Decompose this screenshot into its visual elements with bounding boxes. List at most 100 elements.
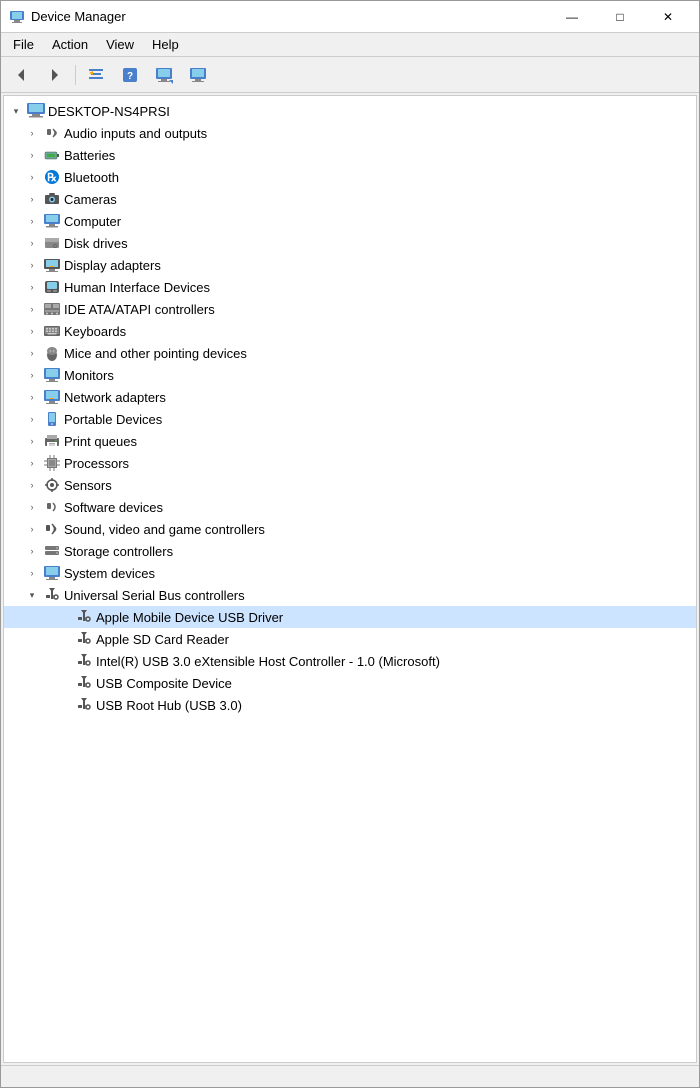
mice-label: Mice and other pointing devices xyxy=(64,346,247,361)
tree-item-display[interactable]: › Display adapters xyxy=(4,254,696,276)
tree-item-sensors[interactable]: › Sensors xyxy=(4,474,696,496)
software-expand-icon[interactable]: › xyxy=(24,499,40,515)
batteries-icon xyxy=(43,146,61,164)
tree-item-network[interactable]: › Network adapters xyxy=(4,386,696,408)
tree-item-usb[interactable]: ▾ Universal Serial Bus controllers xyxy=(4,584,696,606)
keyboards-icon xyxy=(43,322,61,340)
sensors-expand-icon[interactable]: › xyxy=(24,477,40,493)
monitors-expand-icon[interactable]: › xyxy=(24,367,40,383)
tree-item-ide[interactable]: › IDE ATA/ATAPI controllers xyxy=(4,298,696,320)
tree-item-sound[interactable]: › Sound, video and game controllers xyxy=(4,518,696,540)
show-hide-button[interactable] xyxy=(80,61,112,89)
close-button[interactable]: ✕ xyxy=(645,3,691,31)
apple-sd-device-icon xyxy=(75,630,93,648)
network-label: Network adapters xyxy=(64,390,166,405)
tree-item-print[interactable]: › Print queues xyxy=(4,430,696,452)
hid-icon xyxy=(43,278,61,296)
back-button[interactable] xyxy=(5,61,37,89)
disk-expand-icon[interactable]: › xyxy=(24,235,40,251)
processors-expand-icon[interactable]: › xyxy=(24,455,40,471)
tree-item-disk[interactable]: › Disk drives xyxy=(4,232,696,254)
bluetooth-expand-icon[interactable]: › xyxy=(24,169,40,185)
menu-bar: File Action View Help xyxy=(1,33,699,57)
tree-item-portable[interactable]: › Portable Devices xyxy=(4,408,696,430)
usb-expand-icon[interactable]: ▾ xyxy=(24,587,40,603)
tree-item-software[interactable]: › Software devices xyxy=(4,496,696,518)
batteries-expand-icon[interactable]: › xyxy=(24,147,40,163)
tree-item-cameras[interactable]: › Cameras xyxy=(4,188,696,210)
tree-item-monitors[interactable]: › Monitors xyxy=(4,364,696,386)
svg-text:?: ? xyxy=(127,71,133,82)
tree-item-processors[interactable]: › Process xyxy=(4,452,696,474)
menu-help[interactable]: Help xyxy=(144,35,187,54)
monitors-label: Monitors xyxy=(64,368,114,383)
audio-expand-icon[interactable]: › xyxy=(24,125,40,141)
cameras-expand-icon[interactable]: › xyxy=(24,191,40,207)
computer-label: Computer xyxy=(64,214,121,229)
tree-item-computer[interactable]: › Computer xyxy=(4,210,696,232)
tree-item-usb-composite[interactable]: › USB Composite Device xyxy=(4,672,696,694)
network-expand-icon[interactable]: › xyxy=(24,389,40,405)
network-icon xyxy=(43,388,61,406)
maximize-button[interactable]: □ xyxy=(597,3,643,31)
system-expand-icon[interactable]: › xyxy=(24,565,40,581)
menu-file[interactable]: File xyxy=(5,35,42,54)
tree-root[interactable]: ▾ DESKTOP-NS4PRSI xyxy=(4,100,696,122)
title-text: Device Manager xyxy=(31,9,126,24)
computer-button[interactable] xyxy=(182,61,214,89)
tree-item-intel-usb[interactable]: › Intel(R) USB 3.0 eXtensible Host Contr… xyxy=(4,650,696,672)
apple-sd-label: Apple SD Card Reader xyxy=(96,632,229,647)
usb-composite-device-icon xyxy=(75,674,93,692)
keyboards-expand-icon[interactable]: › xyxy=(24,323,40,339)
tree-item-bluetooth[interactable]: › ℞ Bluetooth xyxy=(4,166,696,188)
portable-expand-icon[interactable]: › xyxy=(24,411,40,427)
forward-button[interactable] xyxy=(39,61,71,89)
display-label: Display adapters xyxy=(64,258,161,273)
menu-action[interactable]: Action xyxy=(44,35,96,54)
system-label: System devices xyxy=(64,566,155,581)
tree-item-audio[interactable]: › Audio inputs and outputs xyxy=(4,122,696,144)
tree-item-mice[interactable]: › Mice and other pointing devices xyxy=(4,342,696,364)
device-tree: ▾ DESKTOP-NS4PRSI › xyxy=(4,96,696,720)
tree-item-keyboards[interactable]: › Keyboar xyxy=(4,320,696,342)
minimize-button[interactable]: — xyxy=(549,3,595,31)
ide-expand-icon[interactable]: › xyxy=(24,301,40,317)
ide-label: IDE ATA/ATAPI controllers xyxy=(64,302,215,317)
tree-item-apple-usb[interactable]: › Apple Mobile Device USB Driver xyxy=(4,606,696,628)
mice-expand-icon[interactable]: › xyxy=(24,345,40,361)
disk-label: Disk drives xyxy=(64,236,128,251)
computer-tree-icon xyxy=(43,212,61,230)
display-expand-icon[interactable]: › xyxy=(24,257,40,273)
usb-composite-label: USB Composite Device xyxy=(96,676,232,691)
sound-label: Sound, video and game controllers xyxy=(64,522,265,537)
apple-usb-label: Apple Mobile Device USB Driver xyxy=(96,610,283,625)
tree-item-batteries[interactable]: › Batteries xyxy=(4,144,696,166)
root-expand-icon[interactable]: ▾ xyxy=(8,103,24,119)
intel-usb-label: Intel(R) USB 3.0 eXtensible Host Control… xyxy=(96,654,440,669)
sensors-icon xyxy=(43,476,61,494)
print-expand-icon[interactable]: › xyxy=(24,433,40,449)
audio-label: Audio inputs and outputs xyxy=(64,126,207,141)
run-button[interactable] xyxy=(148,61,180,89)
sensors-label: Sensors xyxy=(64,478,112,493)
status-bar xyxy=(1,1065,699,1087)
display-icon xyxy=(43,256,61,274)
tree-item-system[interactable]: › System devices xyxy=(4,562,696,584)
tree-content[interactable]: ▾ DESKTOP-NS4PRSI › xyxy=(3,95,697,1063)
system-icon xyxy=(43,564,61,582)
tree-item-hid[interactable]: › Human Interface Devices xyxy=(4,276,696,298)
hid-expand-icon[interactable]: › xyxy=(24,279,40,295)
menu-view[interactable]: View xyxy=(98,35,142,54)
audio-icon xyxy=(43,124,61,142)
disk-icon xyxy=(43,234,61,252)
computer-expand-icon[interactable]: › xyxy=(24,213,40,229)
forward-icon xyxy=(46,66,64,84)
processors-icon xyxy=(43,454,61,472)
tree-item-apple-sd[interactable]: › Apple SD Card Reader xyxy=(4,628,696,650)
tree-item-usb-hub[interactable]: › USB Root Hub (USB 3.0) xyxy=(4,694,696,716)
sound-expand-icon[interactable]: › xyxy=(24,521,40,537)
storage-expand-icon[interactable]: › xyxy=(24,543,40,559)
tree-item-storage[interactable]: › Storage controllers xyxy=(4,540,696,562)
help-button[interactable]: ? xyxy=(114,61,146,89)
svg-text:℞: ℞ xyxy=(47,172,57,184)
